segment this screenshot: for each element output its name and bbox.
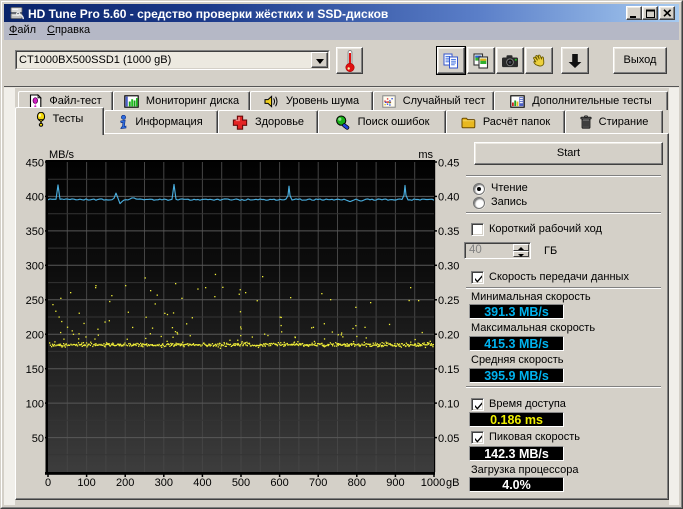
svg-text:350: 350 <box>26 226 44 238</box>
svg-text:0.30: 0.30 <box>438 261 459 273</box>
svg-text:50: 50 <box>32 433 44 445</box>
svg-text:300: 300 <box>26 261 44 273</box>
svg-text:900: 900 <box>386 477 404 489</box>
svg-text:100: 100 <box>26 398 44 410</box>
svg-text:0.10: 0.10 <box>438 398 459 410</box>
svg-text:200: 200 <box>26 330 44 342</box>
svg-text:150: 150 <box>26 364 44 376</box>
svg-text:0.25: 0.25 <box>438 295 459 307</box>
svg-text:gB: gB <box>446 477 459 489</box>
svg-text:800: 800 <box>348 477 366 489</box>
svg-text:450: 450 <box>26 157 44 169</box>
svg-text:0.20: 0.20 <box>438 330 459 342</box>
svg-text:400: 400 <box>26 192 44 204</box>
svg-text:0.05: 0.05 <box>438 433 459 445</box>
svg-text:600: 600 <box>270 477 288 489</box>
svg-text:0.35: 0.35 <box>438 226 459 238</box>
svg-text:ms: ms <box>418 149 433 161</box>
svg-text:200: 200 <box>116 477 134 489</box>
svg-text:300: 300 <box>155 477 173 489</box>
svg-text:0.45: 0.45 <box>438 157 459 169</box>
svg-text:0.15: 0.15 <box>438 364 459 376</box>
svg-text:0: 0 <box>45 477 51 489</box>
svg-text:100: 100 <box>77 477 95 489</box>
svg-text:400: 400 <box>193 477 211 489</box>
svg-text:1000: 1000 <box>421 477 445 489</box>
svg-text:0.40: 0.40 <box>438 192 459 204</box>
svg-text:250: 250 <box>26 295 44 307</box>
svg-text:MB/s: MB/s <box>49 149 75 161</box>
svg-text:500: 500 <box>232 477 250 489</box>
svg-text:700: 700 <box>309 477 327 489</box>
